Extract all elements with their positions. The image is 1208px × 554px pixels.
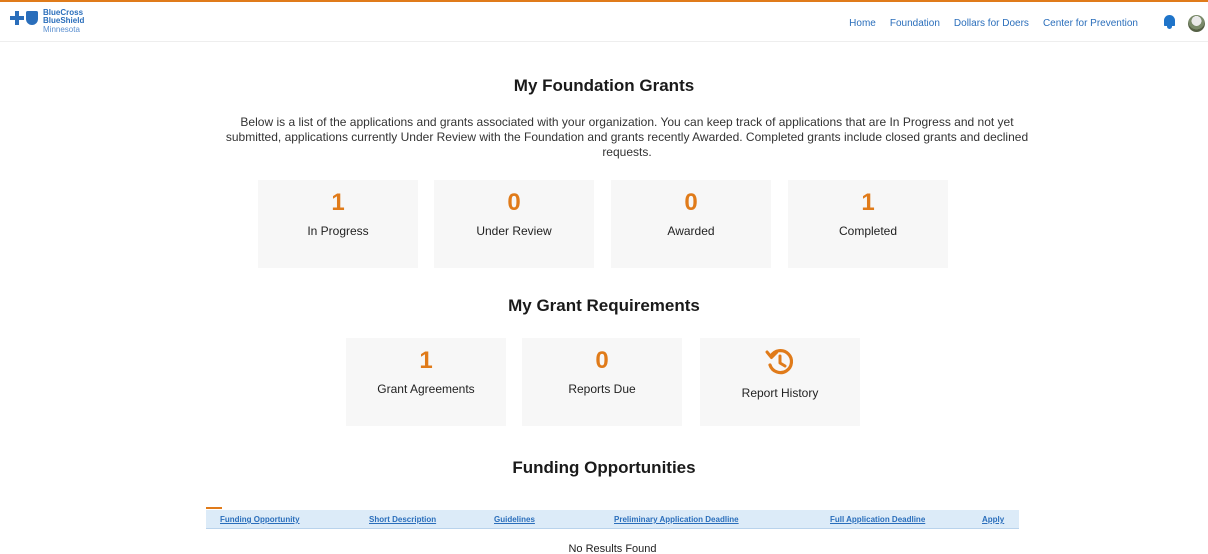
reports-due-label: Reports Due: [568, 382, 636, 396]
shield-icon: [26, 11, 38, 25]
card-under-review[interactable]: 0 Under Review: [434, 180, 594, 268]
col-funding-opportunity[interactable]: Funding Opportunity: [220, 515, 300, 524]
card-reports-due[interactable]: 0 Reports Due: [522, 338, 682, 426]
grants-title: My Foundation Grants: [513, 76, 695, 95]
history-icon: [765, 349, 793, 375]
funding-title: Funding Opportunities: [512, 458, 696, 477]
in-progress-label: In Progress: [307, 224, 369, 238]
logo-line-2: BlueShield: [43, 16, 85, 25]
grant-agreements-label: Grant Agreements: [377, 382, 475, 396]
bell-icon[interactable]: [1163, 15, 1176, 29]
col-preliminary-deadline[interactable]: Preliminary Application Deadline: [614, 515, 739, 524]
awarded-count: 0: [684, 189, 698, 216]
requirements-title: My Grant Requirements: [508, 296, 700, 315]
col-apply[interactable]: Apply: [982, 515, 1004, 524]
top-header: BlueCross BlueShield Minnesota Home Foun…: [0, 0, 1208, 42]
nav-dollars-for-doers[interactable]: Dollars for Doers: [954, 18, 1029, 29]
logo-marks: [10, 11, 38, 25]
grant-agreements-count: 1: [419, 347, 433, 374]
logo-line-3: Minnesota: [43, 25, 80, 34]
avatar[interactable]: [1188, 15, 1205, 32]
in-progress-count: 1: [331, 189, 345, 216]
reports-due-count: 0: [595, 347, 609, 374]
main-nav: Home Foundation Dollars for Doers Center…: [849, 18, 1138, 29]
grants-intro: Below is a list of the applications and …: [225, 115, 1029, 159]
col-full-deadline[interactable]: Full Application Deadline: [830, 515, 925, 524]
card-grant-agreements[interactable]: 1 Grant Agreements: [346, 338, 506, 426]
completed-label: Completed: [838, 224, 898, 238]
under-review-label: Under Review: [476, 224, 552, 238]
nav-center-for-prevention[interactable]: Center for Prevention: [1043, 18, 1138, 29]
bcbs-logo[interactable]: BlueCross BlueShield Minnesota: [10, 9, 84, 34]
bell-icon-clapper: [1167, 26, 1172, 29]
funding-table-header: Funding Opportunity Short Description Gu…: [206, 510, 1019, 529]
awarded-label: Awarded: [667, 224, 715, 238]
card-in-progress[interactable]: 1 In Progress: [258, 180, 418, 268]
card-awarded[interactable]: 0 Awarded: [611, 180, 771, 268]
no-results-text: No Results Found: [568, 543, 657, 554]
report-history-label: Report History: [741, 386, 819, 400]
completed-count: 1: [861, 189, 875, 216]
logo-text: BlueCross BlueShield Minnesota: [43, 9, 84, 34]
col-guidelines[interactable]: Guidelines: [494, 515, 535, 524]
table-accent: [206, 507, 222, 509]
card-completed[interactable]: 1 Completed: [788, 180, 948, 268]
col-short-description[interactable]: Short Description: [369, 515, 436, 524]
under-review-count: 0: [507, 189, 521, 216]
cross-icon: [10, 11, 24, 25]
card-report-history[interactable]: Report History: [700, 338, 860, 426]
bell-icon-dome: [1164, 15, 1175, 26]
nav-home[interactable]: Home: [849, 18, 876, 29]
nav-foundation[interactable]: Foundation: [890, 18, 940, 29]
